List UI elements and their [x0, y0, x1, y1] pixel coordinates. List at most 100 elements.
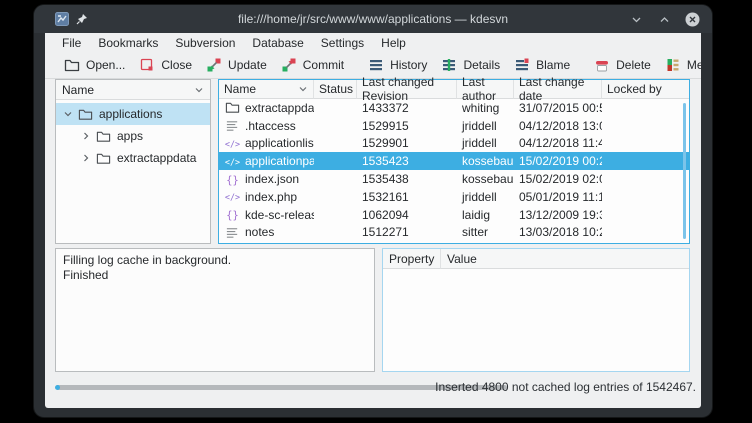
- file-row-extractappdata[interactable]: extractappdata1433372whiting31/07/2015 0…: [219, 99, 689, 117]
- commit-button[interactable]: Commit: [274, 54, 351, 76]
- file-author-cell: jriddell: [457, 117, 514, 135]
- menu-file[interactable]: File: [62, 36, 81, 50]
- column-header-status[interactable]: Status: [314, 80, 357, 99]
- chevron-down-icon[interactable]: [62, 109, 74, 119]
- file-list-scrollbar[interactable]: [683, 103, 686, 239]
- properties-panel: Property Value: [382, 248, 690, 372]
- open-button[interactable]: Open...: [57, 54, 132, 76]
- tree-item-label: apps: [115, 129, 143, 143]
- file-revision-cell: 1535423: [357, 152, 457, 170]
- kdesvn-window: file:///home/jr/src/www/www/applications…: [34, 5, 712, 417]
- history-icon: [368, 57, 384, 73]
- menu-database[interactable]: Database: [252, 36, 303, 50]
- delete-button[interactable]: Delete: [587, 54, 658, 76]
- tree-item-extractappdata[interactable]: extractappdata: [56, 147, 210, 169]
- file-author-cell: kossebau: [457, 152, 514, 170]
- tree-header[interactable]: Name: [56, 80, 210, 100]
- log-output-panel[interactable]: Filling log cache in background. Finishe…: [55, 248, 375, 372]
- column-header-last-change-date[interactable]: Last change date: [514, 80, 602, 99]
- json-file-icon: {}: [225, 172, 240, 187]
- chevron-right-icon[interactable]: [80, 131, 92, 141]
- file-author-cell: sitter: [457, 224, 514, 242]
- svg-text:</>: </>: [225, 139, 240, 149]
- property-column-header[interactable]: Property: [383, 249, 441, 269]
- file-list-panel: NameStatusLast changed RevisionLast auth…: [218, 79, 690, 244]
- svg-text:{}: {}: [226, 209, 238, 221]
- merge-button[interactable]: Merge: [658, 54, 701, 76]
- toolbar-button-label: Close: [161, 58, 192, 72]
- toolbar-button-label: Update: [228, 58, 267, 72]
- sort-indicator-icon: [194, 85, 204, 95]
- tree-item-label: applications: [97, 107, 162, 121]
- file-row-index-php[interactable]: </>index.php1532161jriddell05/01/2019 11…: [219, 188, 689, 206]
- menu-bookmarks[interactable]: Bookmarks: [98, 36, 158, 50]
- file-row-applicationlist-php[interactable]: </>applicationlist.php1529901jriddell04/…: [219, 135, 689, 153]
- folder-icon: [225, 100, 240, 115]
- merge-icon: [665, 57, 681, 73]
- log-line: Finished: [63, 268, 367, 283]
- file-list-header: NameStatusLast changed RevisionLast auth…: [219, 80, 689, 99]
- column-header-last-author[interactable]: Last author: [457, 80, 514, 99]
- tree-item-apps[interactable]: apps: [56, 125, 210, 147]
- close-button[interactable]: [684, 11, 700, 27]
- file-row-applicationpage-php[interactable]: </>applicationpage.php 1535423kossebau15/…: [219, 152, 689, 170]
- file-name-cell: {}kde-sc-releases.json: [219, 206, 314, 224]
- status-message: Inserted 4800 not cached log entries of …: [435, 380, 696, 394]
- text-file-icon: [225, 118, 240, 133]
- tree-item-applications[interactable]: applications: [56, 103, 210, 125]
- pin-icon[interactable]: [76, 13, 88, 25]
- chevron-right-icon[interactable]: [80, 153, 92, 163]
- file-row-index-json[interactable]: {}index.json1535438kossebau15/02/2019 02…: [219, 170, 689, 188]
- file-list-body: extractappdata1433372whiting31/07/2015 0…: [219, 99, 689, 241]
- file-name: index.json: [245, 172, 299, 186]
- folder-icon: [78, 107, 93, 122]
- statusbar: Inserted 4800 not cached log entries of …: [45, 377, 701, 399]
- file-revision-cell: 1529901: [357, 135, 457, 153]
- column-header-name[interactable]: Name: [219, 80, 314, 99]
- text-file-icon: [225, 225, 240, 240]
- column-header-locked-by[interactable]: Locked by: [602, 80, 689, 99]
- file-locked-cell: [602, 117, 689, 135]
- toolbar-button-label: Merge: [687, 58, 701, 72]
- file-status-cell: [314, 170, 357, 188]
- toolbar-button-label: Delete: [616, 58, 651, 72]
- file-locked-cell: [602, 206, 689, 224]
- titlebar[interactable]: file:///home/jr/src/www/www/applications…: [34, 5, 712, 33]
- tree-body: applications apps extractappdata: [56, 100, 210, 169]
- toolbar-button-label: History: [390, 58, 427, 72]
- file-row-htaccess[interactable]: .htaccess1529915jriddell04/12/2018 13:01: [219, 117, 689, 135]
- value-column-header[interactable]: Value: [441, 249, 689, 269]
- window-content: File Bookmarks Subversion Database Settings H…: [45, 33, 701, 408]
- properties-header: Property Value: [383, 249, 689, 269]
- file-row-notes[interactable]: notes1512271sitter13/03/2018 10:26: [219, 224, 689, 242]
- file-row-kde-sc-releases-json[interactable]: {}kde-sc-releases.json1062094laidig13/12…: [219, 206, 689, 224]
- file-date-cell: 15/02/2019 00:24: [514, 152, 602, 170]
- code-file-icon: </>: [225, 154, 240, 169]
- close-button[interactable]: Close: [132, 54, 199, 76]
- file-date-cell: 13/12/2009 19:31: [514, 206, 602, 224]
- file-name-cell: </>applicationpage.php: [219, 152, 314, 170]
- details-button[interactable]: Details: [434, 54, 507, 76]
- toolbar-button-label: Details: [463, 58, 500, 72]
- sort-indicator-icon: [298, 84, 308, 94]
- file-name-cell: notes: [219, 224, 314, 242]
- menu-help[interactable]: Help: [381, 36, 406, 50]
- file-revision-cell: 1529915: [357, 117, 457, 135]
- file-status-cell: [314, 135, 357, 153]
- repository-tree-panel: Name applications apps extractappdata: [55, 79, 211, 244]
- history-button[interactable]: History: [361, 54, 434, 76]
- file-author-cell: whiting: [457, 99, 514, 117]
- tree-item-label: extractappdata: [115, 151, 196, 165]
- column-header-last-changed-revision[interactable]: Last changed Revision: [357, 80, 457, 99]
- blame-button[interactable]: Blame: [507, 54, 577, 76]
- file-author-cell: jriddell: [457, 188, 514, 206]
- maximize-button[interactable]: [656, 11, 672, 27]
- update-button[interactable]: Update: [199, 54, 274, 76]
- blame-icon: [514, 57, 530, 73]
- menu-subversion[interactable]: Subversion: [175, 36, 235, 50]
- file-locked-cell: [602, 99, 689, 117]
- menu-settings[interactable]: Settings: [321, 36, 364, 50]
- minimize-button[interactable]: [628, 11, 644, 27]
- file-status-cell: [314, 188, 357, 206]
- toolbar-button-label: Open...: [86, 58, 125, 72]
